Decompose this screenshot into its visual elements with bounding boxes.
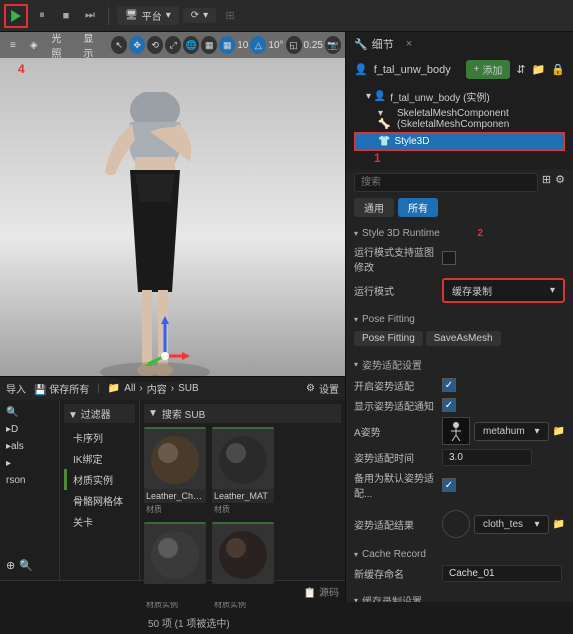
askel-dropdown[interactable]: metahum▾ [474,422,549,441]
asset-thumb[interactable]: Leather_Chesterfield材质 [144,427,206,516]
skeleton-icon[interactable] [442,417,470,445]
perspective-icon[interactable]: ◈ [24,38,44,53]
source-item[interactable]: rson [4,472,55,489]
filter-item-active[interactable]: 材质实例 [64,469,135,490]
breadcrumb[interactable]: 📁All› 内容› SUB [108,381,199,396]
angle-snap-value[interactable]: 10° [268,40,283,51]
filter-general[interactable]: 通用 [354,198,394,217]
cursor-icon[interactable]: ↖ [111,36,127,54]
status-bar: 50 项 (1 项被选中) [144,611,341,634]
asset-thumb[interactable]: Leather_MAT材质 [212,427,274,516]
lock-icon[interactable]: 🔒 [551,63,565,76]
category-cachecfg[interactable]: 缓存录制设置 [354,590,565,602]
skip-icon[interactable]: ⏭ [80,6,100,26]
cloth-asset-icon[interactable] [442,510,470,538]
import-button[interactable]: 导入 [6,381,26,396]
poseresult-dropdown[interactable]: cloth_tes▾ [474,515,549,534]
platform-dropdown[interactable]: 🖥平台▾ [117,6,179,25]
content-sources: 🔍 ▸D ▸als ▸ rson ⊕ 🔍 [0,400,60,580]
content-browser: 🔍 ▸D ▸als ▸ rson ⊕ 🔍 ▼ 过滤器 卡序列 IK绑定 材质实例… [0,400,345,580]
source-item[interactable]: ▸als [4,438,55,455]
category-posecfg[interactable]: 姿势适配设置 [354,354,565,375]
cachename-input[interactable]: Cache_01 [442,565,562,582]
grid-snap-value[interactable]: 10 [237,40,248,51]
close-icon[interactable]: × [406,38,412,50]
browse-icon[interactable]: 📁 [553,519,565,530]
scale-icon[interactable]: ⤢ [165,36,181,54]
filter-item[interactable]: 关卡 [64,511,135,532]
filter-icon[interactable]: ⊞ [542,173,551,192]
source-item[interactable]: ▸ [4,455,55,472]
component-tree: ▾ 👤 f_tal_unw_body (实例) ▾ 🦴 SkeletalMesh… [346,83,573,169]
filter-all[interactable]: 所有 [398,198,438,217]
posetime-input[interactable]: 3.0 [442,449,532,466]
tree-root[interactable]: ▾ 👤 f_tal_unw_body (实例) [354,87,565,106]
locate-icon[interactable]: 📁 [532,63,546,76]
scale-snap-icon[interactable]: ◱ [286,36,302,54]
filter-item[interactable]: 骨骼网格体 [64,490,135,511]
defaultpose-checkbox[interactable]: ✓ [442,478,456,492]
tree-skeletal[interactable]: ▾ 🦴 SkeletalMeshComponent (SkeletalMeshC… [354,106,565,132]
menu-icon[interactable]: ≡ [4,38,22,53]
filter-icon[interactable]: ▼ [68,410,78,421]
surface-icon[interactable]: ▦ [201,36,217,54]
scale-snap-value[interactable]: 0.25 [304,40,323,51]
showpose-checkbox[interactable]: ✓ [442,398,456,412]
settings-dropdown[interactable]: ⟳▾ [183,8,216,23]
search-icon[interactable]: 🔍 [6,407,18,418]
details-tab[interactable]: 🔧细节× [354,36,412,52]
savemesh-button[interactable]: SaveAsMesh [426,331,501,346]
settings-icon[interactable]: ⚙ [555,173,565,192]
transform-gizmo[interactable] [140,316,190,366]
grid-snap-icon[interactable]: ▦ [219,36,235,54]
category-posefit[interactable]: Pose Fitting [354,311,565,328]
object-name: f_tal_unw_body [374,64,460,76]
actor-icon: 👤 [354,63,368,76]
browse-icon[interactable]: ⇵ [516,63,525,76]
tree-style3d-selected[interactable]: 👕 Style3D [354,132,565,151]
category-cache[interactable]: Cache Record [354,546,565,563]
angle-snap-icon[interactable]: △ [250,36,266,54]
annotation-2: 2 [477,228,483,239]
play-button[interactable] [4,4,28,28]
show-dropdown[interactable]: 显示 [77,28,107,62]
save-all-button[interactable]: 💾 保存所有 [34,381,89,396]
filter-item[interactable]: IK绑定 [64,448,135,469]
lighting-dropdown[interactable]: 光照 [46,28,76,62]
category-runtime[interactable]: Style 3D Runtime2 [354,225,565,242]
move-icon[interactable]: ✥ [129,36,145,54]
startpose-checkbox[interactable]: ✓ [442,378,456,392]
stop-icon[interactable]: ■ [56,6,76,26]
details-search-input[interactable] [354,173,538,192]
search-icon[interactable]: 🔍 [19,559,33,572]
content-filters: ▼ 过滤器 卡序列 IK绑定 材质实例 骨骼网格体 关卡 [60,400,140,580]
collection-icon[interactable]: ⊕ [6,559,15,572]
details-panel: 🔧细节× 👤 f_tal_unw_body + 添加 ⇵ 📁 🔒 ▾ 👤 f_t… [345,32,573,602]
filter-item[interactable]: 卡序列 [64,427,135,448]
add-component-button[interactable]: + 添加 [466,60,511,79]
viewport[interactable]: ≡ ◈ 光照 显示 ↖ ✥ ⟲ ⤢ 🌐 ▦ ▦ 10 △ 10° ◱ 0.25 … [0,32,345,376]
runmode-dropdown[interactable]: 缓存录制▾ [442,278,565,303]
world-icon[interactable]: 🌐 [183,36,199,54]
annotation-4: 4 [18,62,25,76]
blueprint-checkbox[interactable] [442,251,456,265]
audit-icon[interactable]: ⊞ [220,6,240,26]
footer-text: 📋 源码 [304,584,339,599]
posefit-button[interactable]: Pose Fitting [354,331,423,346]
camera-icon[interactable]: 📷 [325,36,341,54]
viewport-toolbar: ≡ ◈ 光照 显示 ↖ ✥ ⟲ ⤢ 🌐 ▦ ▦ 10 △ 10° ◱ 0.25 … [0,32,345,58]
content-path: ▼搜索 SUB [144,404,341,423]
browse-icon[interactable]: 📁 [553,426,565,437]
rotate-icon[interactable]: ⟲ [147,36,163,54]
settings-button[interactable]: ⚙设置 [306,381,339,396]
source-item[interactable]: ▸D [4,421,55,438]
annotation-1: 1 [354,151,565,165]
pause-icon[interactable]: ⏸ [32,6,52,26]
